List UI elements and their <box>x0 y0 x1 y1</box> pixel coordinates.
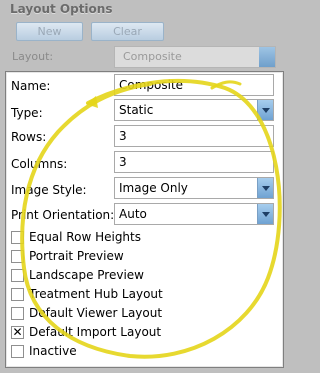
image-style-select-value: Image Only <box>119 181 188 195</box>
image-style-label: Image Style: <box>11 183 87 197</box>
chevron-down-icon[interactable] <box>257 178 273 198</box>
checkbox-label: Default Import Layout <box>29 325 162 339</box>
checkbox-label: Inactive <box>29 344 77 358</box>
checkbox-box[interactable] <box>11 307 24 320</box>
columns-field[interactable]: 3 <box>114 151 274 173</box>
print-orientation-select-value: Auto <box>119 207 147 221</box>
chevron-down-icon <box>259 47 275 67</box>
print-orientation-label: Print Orientation: <box>11 208 115 222</box>
checkbox-label: Portrait Preview <box>29 249 124 263</box>
rows-label: Rows: <box>11 130 47 144</box>
checkbox-box[interactable] <box>11 250 24 263</box>
checkbox-box[interactable]: ✕ <box>11 326 24 339</box>
image-style-select[interactable]: Image Only <box>114 177 274 199</box>
checkbox-label: Landscape Preview <box>29 268 144 282</box>
layout-label: Layout: <box>12 50 54 63</box>
name-field[interactable]: Composite <box>114 74 274 96</box>
rows-field[interactable]: 3 <box>114 125 274 147</box>
new-button[interactable]: New <box>16 22 83 41</box>
checkbox-box[interactable] <box>11 345 24 358</box>
checkbox-box[interactable] <box>11 288 24 301</box>
print-orientation-select[interactable]: Auto <box>114 203 274 225</box>
checkbox-label: Default Viewer Layout <box>29 306 163 320</box>
clear-button[interactable]: Clear <box>91 22 164 41</box>
type-select[interactable]: Static <box>114 99 274 121</box>
chevron-down-icon[interactable] <box>257 100 273 120</box>
type-label: Type: <box>11 106 43 120</box>
checkbox-box[interactable] <box>11 231 24 244</box>
checkbox-label: Equal Row Heights <box>29 230 141 244</box>
chevron-down-icon[interactable] <box>257 204 273 224</box>
group-title: Layout Options <box>10 2 113 16</box>
layout-select[interactable]: Composite <box>114 46 276 68</box>
type-select-value: Static <box>119 103 154 117</box>
checkbox-box[interactable] <box>11 269 24 282</box>
name-label: Name: <box>11 79 51 93</box>
columns-label: Columns: <box>11 157 68 171</box>
checkbox-label: Treatment Hub Layout <box>29 287 163 301</box>
layout-select-value: Composite <box>123 50 182 63</box>
